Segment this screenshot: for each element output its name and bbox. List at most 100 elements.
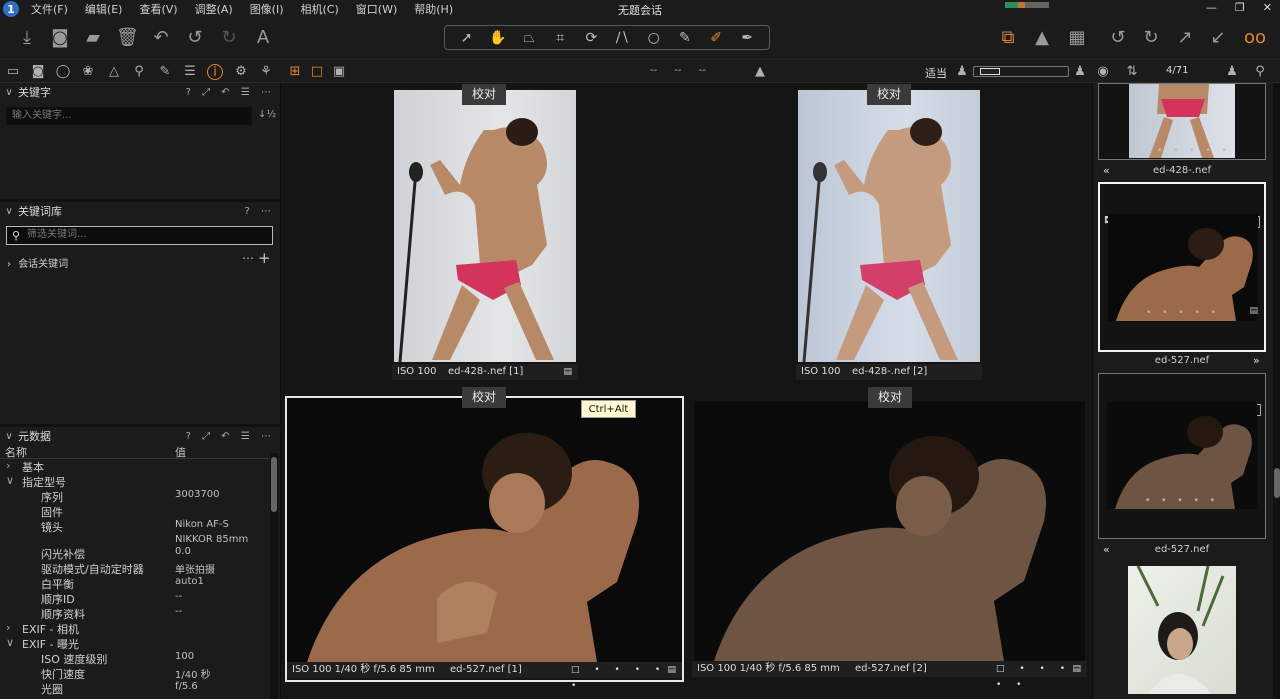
metadata-tab-icon[interactable]: i — [207, 64, 223, 80]
minimize-icon[interactable]: — — [1206, 1, 1217, 14]
add-icon[interactable]: + — [258, 249, 271, 267]
group-chevron-icon[interactable]: ∨ — [6, 636, 14, 649]
text-icon[interactable]: A — [252, 27, 274, 49]
photo-ed428-2[interactable] — [798, 90, 980, 362]
keyword-input[interactable]: 输入关键字... — [6, 107, 252, 125]
grid-icon[interactable]: ▦ — [1066, 27, 1088, 49]
more-icon[interactable]: ⋯ — [242, 251, 254, 265]
group-chevron-icon[interactable]: › — [6, 621, 10, 634]
zoom-slider-handle[interactable] — [980, 68, 1000, 75]
browser-scrollbar[interactable] — [1273, 83, 1280, 699]
group-chevron-icon[interactable]: › — [6, 459, 10, 472]
batch-tab-icon[interactable]: ⚘ — [258, 64, 274, 80]
viewer-tile-selected[interactable]: ISO 100 1/40 秒 f/5.6 85 mm ed-527.nef [1… — [285, 396, 684, 691]
color-tab-icon[interactable]: ❀ — [80, 64, 96, 80]
brush-icon[interactable]: ✎ — [672, 30, 698, 46]
local-adjust-tab-icon[interactable]: ✎ — [157, 64, 173, 80]
tool-actions[interactable]: ? ⋯ — [245, 206, 276, 217]
menu-view[interactable]: 查看(V) — [139, 1, 177, 17]
maximize-icon[interactable]: ❐ — [1235, 1, 1245, 14]
sort-icon[interactable]: ⇅ — [1124, 64, 1140, 80]
metadata-group[interactable]: ∨ 指定型号 — [0, 474, 270, 489]
straighten-icon[interactable]: ∕∖ — [610, 30, 636, 46]
warning-icon[interactable]: ▲ — [1031, 27, 1053, 49]
metadata-group[interactable]: ∨ EXIF - 曝光 — [0, 636, 270, 651]
keyword-filter-input[interactable]: 筛选关键词... — [6, 226, 273, 245]
zoom-fit-label[interactable]: 适当 — [925, 65, 947, 81]
browser-thumbnail[interactable] — [1098, 563, 1266, 699]
lens-tab-icon[interactable]: ◯ — [55, 64, 71, 80]
search-icon[interactable]: ⚲ — [1252, 64, 1268, 80]
menu-file[interactable]: 文件(F) — [31, 1, 68, 17]
metadata-tool-header[interactable]: ∨ 元数据 ? ⤢ ↶ ☰ ⋯ — [0, 427, 281, 445]
tool-actions[interactable]: ? ⤢ ↶ ☰ ⋯ — [186, 87, 275, 98]
single-view-icon[interactable]: □ — [309, 64, 325, 80]
collapse-chevron-icon[interactable]: ∨ — [0, 87, 18, 98]
output-tab-icon[interactable]: ☰ — [182, 64, 198, 80]
menu-edit[interactable]: 编辑(E) — [85, 1, 123, 17]
photo-ed527-1[interactable] — [287, 398, 682, 662]
viewer-tile[interactable]: ISO 100 ed-428-.nef [1] ▤ — [392, 88, 578, 380]
close-icon[interactable]: ✕ — [1263, 1, 1272, 14]
rating-dots[interactable]: • • • • • — [1146, 308, 1220, 318]
sort-az-icon[interactable]: ↓½ — [258, 109, 276, 120]
metadata-group[interactable]: › 基本 — [0, 459, 270, 474]
browser-thumbnail[interactable]: • • • • • — [1098, 83, 1266, 160]
multi-view-icon[interactable]: ⊞ — [287, 64, 303, 80]
exposure-tab-icon[interactable]: △ — [106, 64, 122, 80]
group-chevron-icon[interactable]: ∨ — [6, 474, 14, 487]
rotate-icon[interactable]: ⟳ — [578, 30, 604, 46]
stack-expand-icon[interactable]: » — [1253, 354, 1260, 367]
eraser-icon[interactable]: ✐ — [703, 30, 729, 46]
select-icon[interactable]: ➚ — [454, 30, 480, 46]
spot-icon[interactable]: ○ — [641, 30, 667, 46]
keystone-icon[interactable]: ⏢ — [516, 30, 542, 46]
user-icon[interactable]: ♟ — [1224, 64, 1240, 80]
photo-ed527-2[interactable] — [694, 401, 1085, 661]
rating-dots[interactable]: □ • • • • • — [571, 662, 682, 694]
browser-thumbnail-selected[interactable]: ◘◂ 1 • • • • • ▤ — [1098, 182, 1266, 352]
library-tab-icon[interactable]: ▭ — [5, 64, 21, 80]
picker-icon[interactable]: ✒ — [734, 30, 760, 46]
menu-camera[interactable]: 相机(C) — [301, 1, 339, 17]
viewer-tile[interactable]: ISO 100 ed-428-.nef [2] — [796, 88, 982, 380]
rating-dots[interactable]: • • • • • — [1145, 496, 1219, 506]
settings-tab-icon[interactable]: ⚙ — [233, 64, 249, 80]
tool-actions[interactable]: ? ⤢ ↶ ☰ ⋯ — [186, 431, 275, 442]
zoom-slider[interactable] — [973, 66, 1069, 77]
collapse-chevron-icon[interactable]: ∨ — [0, 431, 18, 442]
menu-image[interactable]: 图像(I) — [250, 1, 284, 17]
collapse-chevron-icon[interactable]: ∨ — [0, 206, 18, 217]
viewer-tile[interactable]: ISO 100 1/40 秒 f/5.6 85 mm ed-527.nef [2… — [692, 399, 1087, 690]
session-keywords-row[interactable]: › 会话关键词 — [7, 255, 68, 270]
stack-icon[interactable]: ⧉ — [997, 27, 1019, 49]
rating-dots[interactable]: • • • • • — [1157, 146, 1231, 156]
undo-icon[interactable]: ↺ — [184, 27, 206, 49]
import-icon[interactable]: ⤓ — [16, 27, 38, 49]
crop-icon[interactable]: ⌗ — [547, 30, 573, 46]
expand-icon[interactable]: ↗ — [1174, 27, 1196, 49]
scrollbar-thumb[interactable] — [271, 457, 277, 512]
caption-info-icon[interactable]: ▤ — [563, 364, 572, 380]
trash-icon[interactable]: 🗑 — [116, 27, 139, 49]
rotate-right-icon[interactable]: ↻ — [1140, 27, 1162, 49]
menu-help[interactable]: 帮助(H) — [414, 1, 453, 17]
browser-thumbnail[interactable]: 2 • • • • • — [1098, 373, 1266, 539]
expand-chevron-icon[interactable]: › — [7, 259, 11, 270]
menu-window[interactable]: 窗口(W) — [356, 1, 397, 17]
exposure-warning-icon[interactable]: ▲ — [752, 64, 768, 80]
capture-tab-icon[interactable]: ◙ — [30, 64, 46, 80]
metadata-scrollbar[interactable] — [270, 453, 278, 699]
undo-all-icon[interactable]: ↶ — [150, 27, 172, 49]
details-tab-icon[interactable]: ⚲ — [131, 64, 147, 80]
keyword-tool-header[interactable]: ∨ 关键字 ? ⤢ ↶ ☰ ⋯ — [0, 83, 281, 101]
fullscreen-view-icon[interactable]: ▣ — [331, 64, 347, 80]
eye-icon[interactable]: ◉ — [1095, 64, 1111, 80]
camera-icon[interactable]: ◙ — [49, 27, 71, 49]
redo-icon[interactable]: ↻ — [218, 27, 240, 49]
metadata-group[interactable]: › EXIF - 相机 — [0, 621, 270, 636]
scrollbar-thumb[interactable] — [1274, 468, 1280, 498]
caption-info-icon[interactable]: ▤ — [667, 662, 676, 678]
rotate-left-icon[interactable]: ↺ — [1107, 27, 1129, 49]
caption-info-icon[interactable]: ▤ — [1072, 661, 1081, 677]
